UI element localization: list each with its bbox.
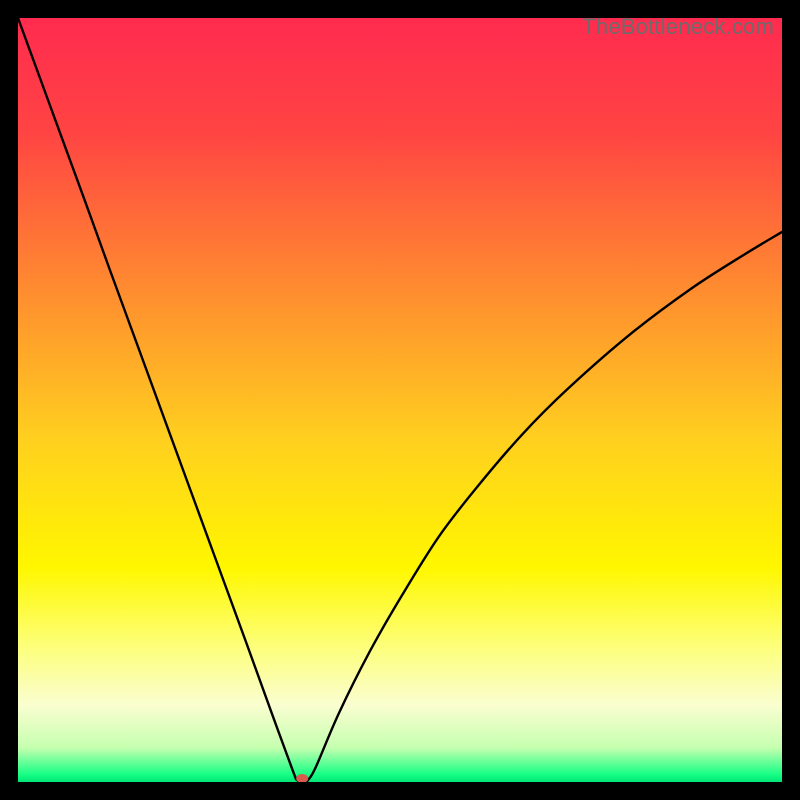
chart-svg (18, 18, 782, 782)
chart-background (18, 18, 782, 782)
chart-frame: TheBottleneck.com (18, 18, 782, 782)
watermark-text: TheBottleneck.com (582, 14, 774, 40)
